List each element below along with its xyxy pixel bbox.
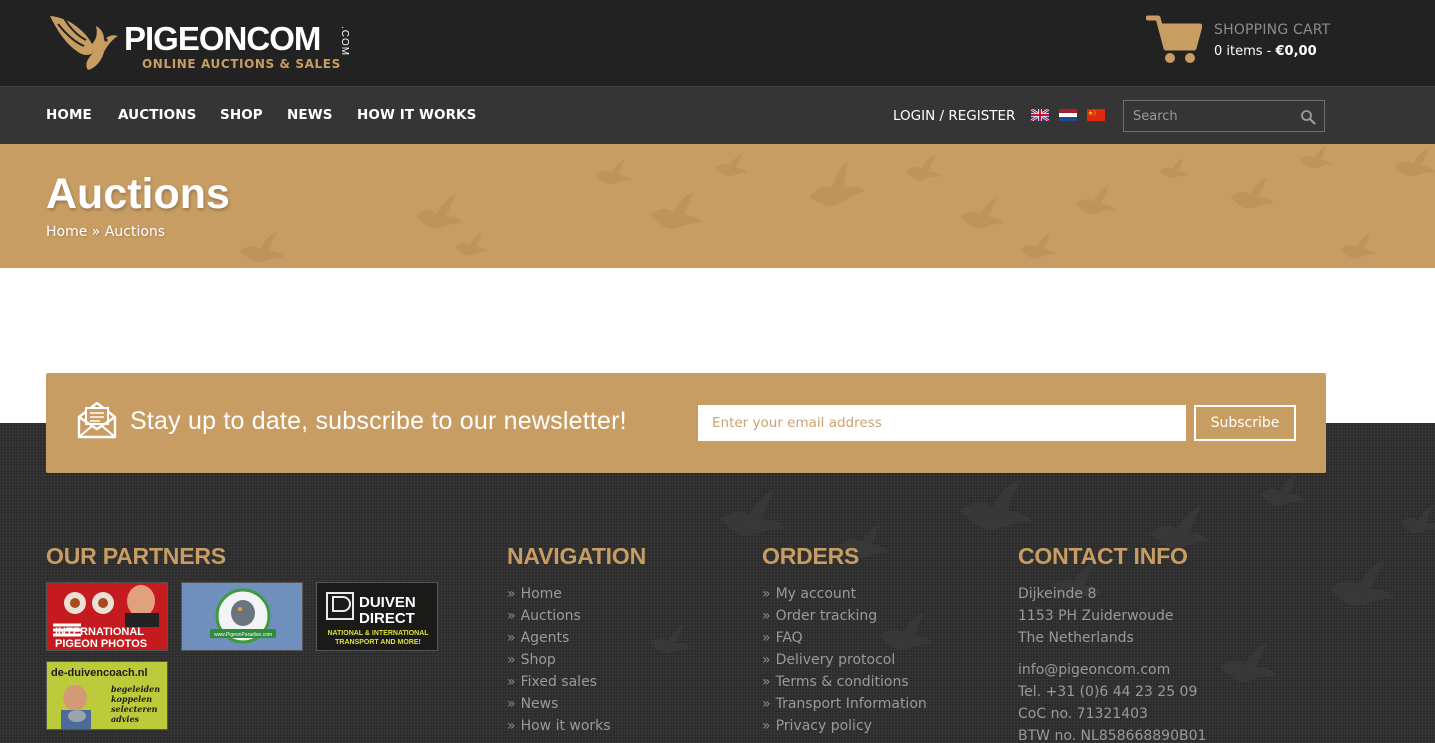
footer-nav-link[interactable]: » How it works [507,715,611,737]
contact-btw: BTW no. NL858668890B01 [1018,728,1207,743]
subscribe-button[interactable]: Subscribe [1194,405,1296,441]
partner-pigeon-paradise[interactable]: www.PigeonParadise.com [181,582,303,651]
footer-nav-label: Auctions [520,608,581,624]
footer-nav-label: News [520,696,559,712]
partner-de-duivencoach[interactable]: de-duivencoach.nl begeleiden koppelen se… [46,661,168,730]
search-box [1123,100,1325,132]
contact-coc: CoC no. 71321403 [1018,706,1148,722]
chinese-flag-icon[interactable] [1087,109,1105,121]
footer-nav-label: How it works [520,718,611,734]
top-header: PIGEONCOM .COM ONLINE AUCTIONS & SALES S… [0,0,1435,86]
partner-logo-pigeon-paradise: www.PigeonParadise.com [182,583,302,650]
footer-nav-link[interactable]: » Auctions [507,605,611,627]
nav-auctions[interactable]: AUCTIONS [118,107,196,123]
footer-order-label: Delivery protocol [775,652,896,668]
address-city: 1153 PH Zuiderwoude [1018,608,1174,624]
partner-ipp-line2: PIGEON PHOTOS [55,638,147,650]
partner-logo-ipp: INTERNATIONAL PIGEON PHOTOS [47,583,167,650]
orders-title: ORDERS [762,543,860,569]
nav-news[interactable]: NEWS [287,107,333,123]
footer-order-link[interactable]: » Transport Information [762,693,927,715]
logo-suffix: .COM [339,26,350,57]
login-register-link[interactable]: LOGIN / REGISTER [893,108,1015,124]
footer-orders-list: » My account » Order tracking » FAQ » Delive… [762,583,927,737]
footer-order-label: Transport Information [775,696,927,712]
footer-nav-label: Shop [520,652,556,668]
partners-title: OUR PARTNERS [46,543,226,569]
contact-phone: Tel. +31 (0)6 44 23 25 09 [1018,684,1198,700]
contact-email[interactable]: info@pigeoncom.com [1018,659,1206,681]
cart-total: €0,00 [1275,44,1317,59]
partner-dc-line4: selecteren [111,704,158,714]
breadcrumb-separator: » [87,224,105,240]
shopping-cart[interactable]: SHOPPING CART 0 items - €0,00 [1146,14,1336,70]
footer-order-label: My account [775,586,857,602]
footer-nav-link[interactable]: » Shop [507,649,611,671]
footer-order-label: Terms & conditions [775,674,909,690]
footer-order-link[interactable]: » My account [762,583,927,605]
footer-nav-link[interactable]: » Fixed sales [507,671,611,693]
address-street: Dijkeinde 8 [1018,586,1097,602]
contact-title: CONTACT INFO [1018,543,1188,569]
partner-pp-line1: www.PigeonParadise.com [214,632,272,638]
partner-dd-line3: NATIONAL & INTERNATIONAL [327,630,429,637]
partner-dc-line1: de-duivencoach.nl [51,667,148,679]
search-icon[interactable] [1300,109,1316,125]
breadcrumb-home-link[interactable]: Home [46,224,87,240]
newsletter-bar: Stay up to date, subscribe to our newsle… [46,373,1326,473]
breadcrumb: Home » Auctions [46,224,165,240]
newsletter-email-input[interactable] [698,405,1186,441]
nav-how-it-works[interactable]: HOW IT WORKS [357,107,476,123]
shopping-cart-icon [1146,15,1202,63]
pigeon-logo-icon [50,16,118,70]
footer-nav-link[interactable]: » News [507,693,611,715]
partner-dd-line1: DUIVEN [359,594,416,611]
footer-order-label: Order tracking [775,608,878,624]
footer-order-link[interactable]: » Terms & conditions [762,671,927,693]
uk-flag-icon[interactable] [1031,109,1049,121]
breadcrumb-current: Auctions [104,224,166,240]
search-input[interactable] [1124,101,1294,131]
footer-order-link[interactable]: » FAQ [762,627,927,649]
nav-home[interactable]: HOME [46,107,92,123]
partner-dc-line5: advies [111,714,140,724]
contact-info: Dijkeinde 8 1153 PH Zuiderwoude The Neth… [1018,583,1206,743]
partner-dc-line3: koppelen [111,694,152,704]
footer-navigation-list: » Home » Auctions » Agents » Shop » Fixed sal… [507,583,611,737]
cart-summary[interactable]: 0 items - €0,00 [1214,44,1317,59]
dutch-flag-icon[interactable] [1059,109,1077,121]
envelope-icon [77,401,117,439]
navigation-title: NAVIGATION [507,543,646,569]
footer-nav-label: Home [520,586,562,602]
partner-ipp-line1: INTERNATIONAL [55,626,144,638]
footer-order-link[interactable]: » Order tracking [762,605,927,627]
partner-dd-line2: DIRECT [359,610,415,627]
logo-wordmark: PIGEONCOM [124,20,321,57]
address-country: The Netherlands [1018,630,1134,646]
page-hero: Auctions Home » Auctions [0,144,1435,268]
site-logo[interactable]: PIGEONCOM .COM ONLINE AUCTIONS & SALES [44,8,364,74]
partner-dd-line4: TRANSPORT AND MORE! [335,639,421,646]
partner-logo-duiven-direct: DUIVEN DIRECT NATIONAL & INTERNATIONAL T… [317,583,437,650]
main-navigation: HOME AUCTIONS SHOP NEWS HOW IT WORKS LOG… [0,86,1435,144]
partner-duiven-direct[interactable]: DUIVEN DIRECT NATIONAL & INTERNATIONAL T… [316,582,438,651]
cart-title: SHOPPING CART [1214,22,1331,38]
footer-nav-label: Agents [520,630,570,646]
footer-nav-link[interactable]: » Agents [507,627,611,649]
partner-dc-line2: begeleiden [111,684,160,694]
footer-order-link[interactable]: » Privacy policy [762,715,927,737]
nav-shop[interactable]: SHOP [220,107,263,123]
newsletter-text: Stay up to date, subscribe to our newsle… [130,407,627,435]
footer-order-label: Privacy policy [775,718,872,734]
partner-logo-duivencoach: de-duivencoach.nl begeleiden koppelen se… [47,662,167,729]
page-title: Auctions [46,170,230,218]
footer-nav-link[interactable]: » Home [507,583,611,605]
partner-international-pigeon-photos[interactable]: INTERNATIONAL PIGEON PHOTOS [46,582,168,651]
footer-nav-label: Fixed sales [520,674,597,690]
logo-tagline: ONLINE AUCTIONS & SALES [142,57,341,71]
cart-items-count: 0 items - [1214,44,1276,59]
footer-order-link[interactable]: » Delivery protocol [762,649,927,671]
footer-order-label: FAQ [775,630,803,646]
